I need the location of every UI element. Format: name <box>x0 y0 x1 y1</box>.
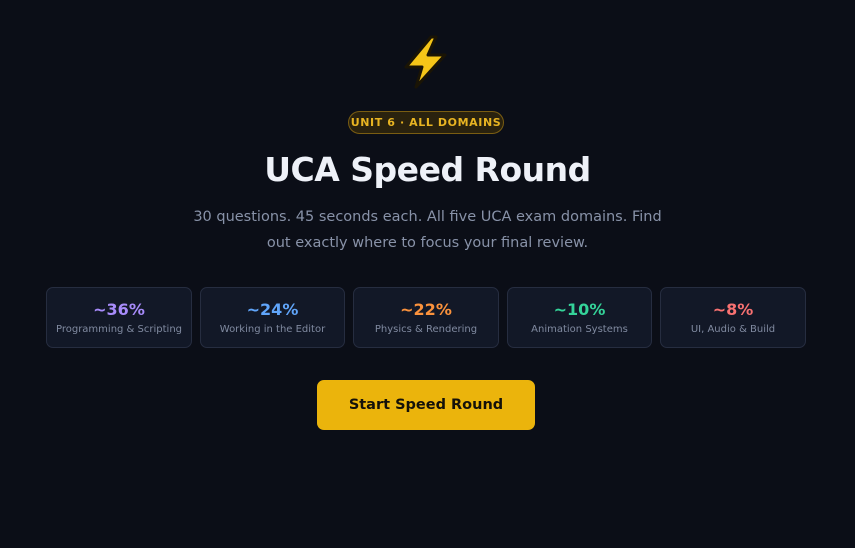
domain-label: UI, Audio & Build <box>690 324 776 335</box>
domain-label: Physics & Rendering <box>374 324 478 335</box>
speed-round-intro: UNIT 6 · ALL DOMAINS UCA Speed Round 30 … <box>0 0 855 548</box>
domain-card-editor: ~24% Working in the Editor <box>200 287 345 348</box>
domain-percent: ~24% <box>246 300 299 319</box>
domain-card-animation: ~10% Animation Systems <box>507 287 652 348</box>
domain-card-programming: ~36% Programming & Scripting <box>46 287 192 348</box>
domain-percent: ~36% <box>93 300 145 319</box>
unit-badge: UNIT 6 · ALL DOMAINS <box>348 111 504 134</box>
domain-percent: ~10% <box>553 300 606 319</box>
domain-label: Programming & Scripting <box>55 324 183 335</box>
domain-card-physics: ~22% Physics & Rendering <box>353 287 499 348</box>
domain-label: Working in the Editor <box>219 324 326 335</box>
lightning-bolt-icon <box>404 35 447 89</box>
start-speed-round-button[interactable]: Start Speed Round <box>317 380 535 430</box>
domain-percent: ~22% <box>400 300 452 319</box>
page-title: UCA Speed Round <box>264 150 591 189</box>
domain-percent: ~8% <box>712 300 754 319</box>
domain-label: Animation Systems <box>531 324 628 335</box>
page-subtitle: 30 questions. 45 seconds each. All five … <box>193 209 662 251</box>
domain-card-ui-audio-build: ~8% UI, Audio & Build <box>660 287 806 348</box>
